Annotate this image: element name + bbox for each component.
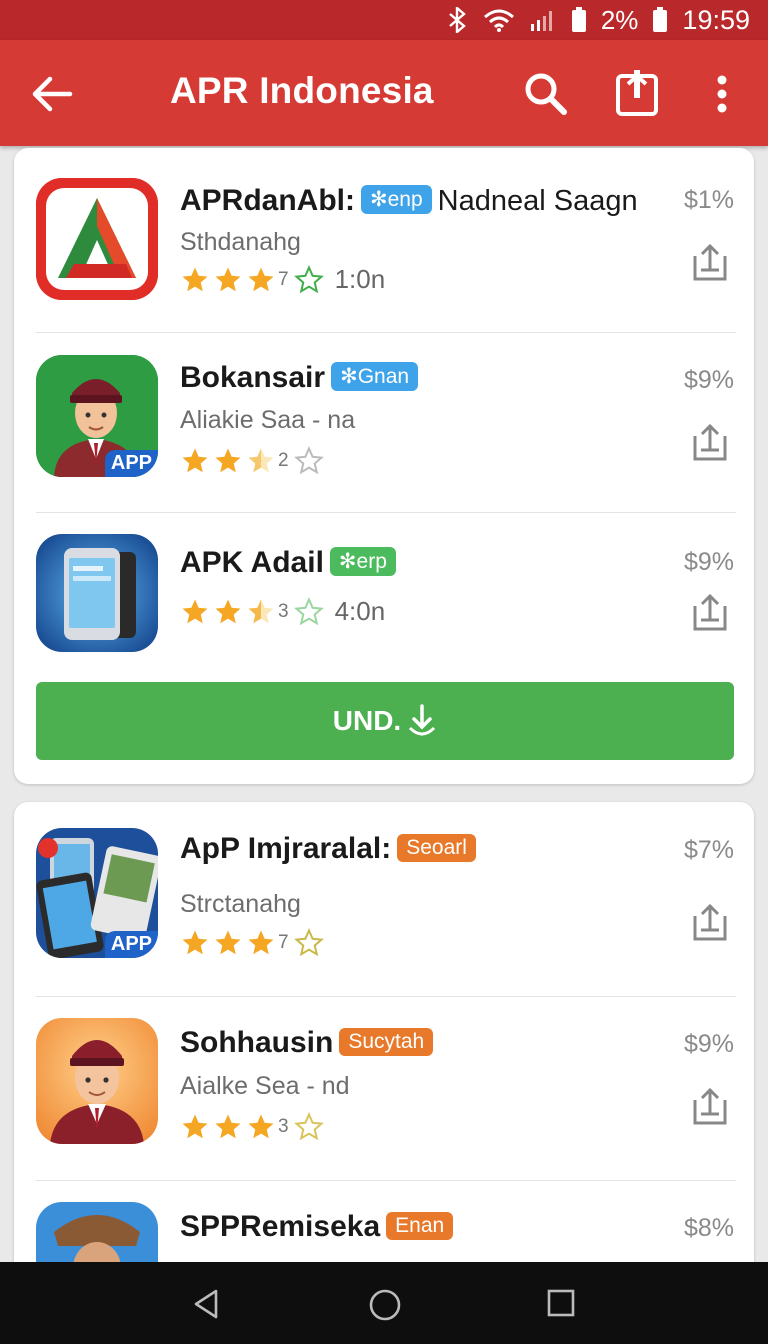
download-icon[interactable] [692,242,728,282]
app-badge: ✻erp [329,547,396,576]
app-name: Sohhausin Sucytah [180,1026,439,1060]
app-price: $8% [683,1214,734,1242]
star-icon [182,448,208,473]
rating-count: 3 [278,600,289,622]
divider [36,512,736,513]
app-rating: 7 1:0n [180,264,385,295]
rating-count: 3 [278,1116,289,1137]
back-nav-icon[interactable] [190,1288,222,1320]
app-name: ApP Imjraralal: Seoarl [180,832,482,866]
app-icon-apr-logo [36,178,158,300]
app-bar: APR Indonesia [0,40,768,146]
app-price: $9% [683,1030,734,1058]
page-title: APR Indonesia [170,70,434,111]
wifi-icon [483,8,515,32]
rating-text: 4:0n [334,596,386,626]
star-outline-icon [293,596,324,625]
status-bar: 2% 19:59 [0,0,768,40]
star-outline-icon [293,928,324,957]
star-icon [215,448,241,473]
download-arrow-icon [409,704,436,736]
app-name: APRdanAbl: ✻enp Nadneal Saagn [180,184,638,217]
star-half-icon [248,599,274,623]
app-list-item[interactable]: APP Bokansair ✻Gnan [14,333,754,513]
app-price: $9% [683,366,734,394]
app-subtitle: Aialke Sea - nd [180,1072,350,1100]
app-price: $7% [683,836,734,864]
app-list-item[interactable]: APRdanAbl: ✻enp Nadneal Saagn Sthdanahg 7 … [14,148,754,332]
star-icon [215,930,241,955]
star-icon [182,930,208,955]
app-icon-phone [36,534,158,652]
download-icon[interactable] [692,422,728,462]
divider [36,996,736,997]
star-outline-icon [293,446,324,475]
star-icon [248,267,274,291]
app-rating: 3 4:0n [180,596,385,627]
app-icon-person: APP [36,355,158,477]
more-vert-icon[interactable] [706,70,738,118]
star-icon [215,599,241,623]
search-icon[interactable] [522,70,570,118]
battery-icon [571,7,587,33]
install-button-label: UND. [332,705,402,736]
app-price: $9% [683,548,734,576]
app-icon-person-cap [36,1202,158,1262]
battery-percent: 2% [600,4,639,35]
app-subtitle: Aliakie Saa - na [180,406,356,434]
app-rating: 3 [180,1112,324,1142]
divider [36,1180,736,1181]
app-name: APK Adail ✻erp [180,546,402,580]
app-rating: 2 [180,446,324,476]
battery-full-icon [652,7,668,33]
app-subtitle: Sthdanahg [180,228,301,256]
app-subtitle: Strctanahg [180,890,301,918]
star-outline-icon [293,264,324,293]
download-icon[interactable] [692,592,728,632]
app-name: SPPRemiseka Enan [180,1210,459,1244]
download-icon[interactable] [692,902,728,942]
star-icon [182,1114,208,1139]
navigation-bar [0,1262,768,1344]
clock: 19:59 [682,4,750,35]
home-nav-icon[interactable] [368,1288,401,1321]
signal-icon [529,8,557,32]
app-icon-phones: APP [36,828,158,958]
rating-count: 7 [278,268,289,290]
rating-count: 2 [278,450,289,471]
app-badge: ✻enp [361,185,432,214]
star-icon [248,930,274,955]
app-rating: 7 [180,928,324,958]
app-badge: ✻Gnan [331,362,419,391]
rating-text: 1:0n [334,264,386,294]
back-arrow-icon[interactable] [30,72,74,116]
star-icon [182,599,208,623]
star-outline-icon [293,1112,324,1141]
bluetooth-icon [447,7,469,33]
recents-nav-icon[interactable] [546,1288,578,1320]
rating-count: 7 [278,932,289,953]
install-icon[interactable] [614,70,660,118]
app-icon-label: APP [104,450,158,477]
app-badge: Enan [386,1212,454,1240]
star-icon [215,1114,241,1139]
star-icon [215,267,241,291]
star-icon [248,1114,274,1139]
app-icon-label: APP [104,931,158,958]
star-half-icon [248,448,274,473]
app-price: $1% [683,186,734,214]
download-icon[interactable] [692,1086,728,1126]
install-all-button[interactable]: UND. [36,682,734,760]
app-badge: Sucytah [339,1028,434,1056]
app-icon-person-orange [36,1018,158,1144]
app-name: Bokansair ✻Gnan [180,361,424,395]
app-badge: Seoarl [397,834,476,862]
star-icon [182,267,208,291]
